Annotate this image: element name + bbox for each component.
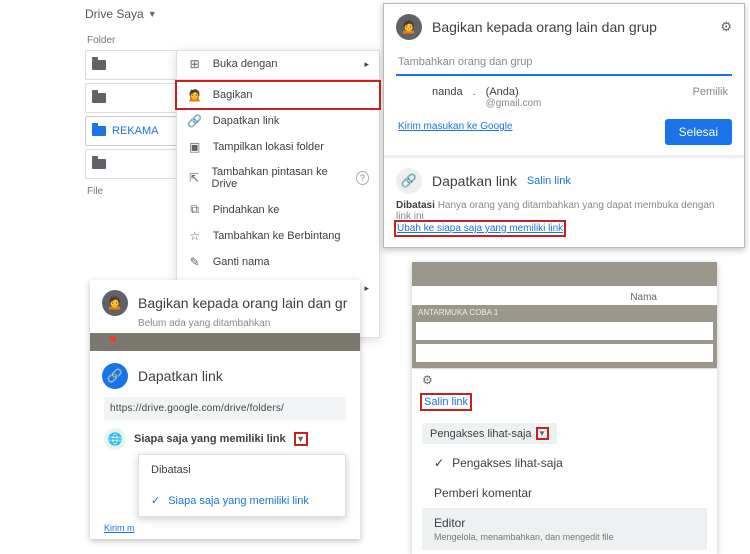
folder-item[interactable]: [85, 149, 177, 179]
background-strip: [412, 262, 717, 286]
menu-open-with[interactable]: ⊞ Buka dengan ▸: [177, 51, 379, 77]
gear-icon[interactable]: ⚙: [720, 19, 732, 35]
person-add-icon: 🙍: [396, 14, 422, 40]
folder-icon: [92, 126, 106, 136]
chevron-right-icon: ▸: [364, 283, 369, 294]
restricted-line: Dibatasi Hanya orang yang ditambahkan ya…: [396, 200, 732, 222]
dropdown-item-viewer[interactable]: Pengakses lihat-saja: [422, 448, 707, 478]
drive-title: Drive Saya: [85, 7, 144, 21]
menu-label: Buka dengan: [213, 58, 278, 70]
get-link-section: 🔗 Dapatkan link Salin link Dibatasi Hany…: [384, 155, 744, 247]
link-icon: 🔗: [396, 168, 422, 194]
share-empty-text: Belum ada yang ditambahkan: [90, 318, 360, 333]
folder-label: REKAMA: [112, 125, 158, 137]
dropdown-label: Editor: [434, 516, 465, 530]
menu-get-link[interactable]: 🔗 Dapatkan link: [177, 108, 379, 134]
menu-rename[interactable]: ✎ Ganti nama: [177, 249, 379, 275]
folder-icon: [92, 60, 106, 70]
star-icon: ☆: [187, 229, 203, 243]
globe-icon: 🌐: [104, 428, 126, 450]
user-role: Pemilik: [693, 86, 728, 109]
access-selector[interactable]: 🌐 Siapa saja yang memiliki link ▼: [104, 428, 346, 450]
copy-link-button[interactable]: Salin link: [422, 395, 470, 409]
menu-add-star[interactable]: ☆ Tambahkan ke Berbintang: [177, 223, 379, 249]
add-people-input[interactable]: Tambahkan orang dan grup: [396, 50, 732, 76]
menu-label: Pindahkan ke: [213, 204, 280, 216]
chevron-down-icon[interactable]: ▼: [536, 427, 549, 440]
dropdown-item-commenter[interactable]: Pemberi komentar: [422, 478, 707, 508]
person-add-icon: 🙍: [187, 88, 203, 102]
menu-label: Ganti nama: [213, 256, 270, 268]
menu-label: Tampilkan lokasi folder: [213, 141, 324, 153]
access-level-label: Siapa saja yang memiliki link: [134, 433, 286, 445]
dropdown-label: Pengakses lihat-saja: [452, 456, 563, 470]
get-link-title: Dapatkan link: [138, 368, 223, 384]
link-icon: 🔗: [102, 363, 128, 389]
separator: [177, 79, 379, 80]
menu-label: Dapatkan link: [213, 115, 280, 127]
dropdown-item-editor[interactable]: Editor Mengelola, menambahkan, dan menge…: [422, 508, 707, 550]
user-name: nanda: [432, 86, 463, 109]
open-icon: ⊞: [187, 57, 203, 71]
help-icon[interactable]: ?: [356, 171, 369, 185]
access-dropdown: Dibatasi Siapa saja yang memiliki link: [138, 454, 346, 517]
folder-item[interactable]: [85, 50, 177, 80]
role-dropdown: Pengakses lihat-saja Pemberi komentar Ed…: [422, 448, 707, 550]
chevron-right-icon: ▸: [364, 59, 369, 70]
menu-add-shortcut[interactable]: ⇱ Tambahkan pintasan ke Drive?: [177, 160, 379, 196]
feedback-link[interactable]: Kirim m: [90, 517, 360, 539]
dropdown-item-restricted[interactable]: Dibatasi: [139, 455, 345, 485]
role-selector[interactable]: Pengakses lihat-saja ▼: [422, 423, 557, 444]
chevron-down-icon: ▼: [148, 9, 157, 19]
menu-share[interactable]: 🙍 Bagikan: [177, 82, 379, 108]
get-link-title: Dapatkan link: [432, 173, 517, 189]
role-dropdown-panel: Nama ANTARMUKA COBA 1 ⚙ Salin link Penga…: [412, 262, 717, 554]
shortcut-icon: ⇱: [187, 171, 202, 185]
user-you: (Anda): [486, 86, 542, 98]
folder-item[interactable]: [85, 83, 177, 113]
user-row: nanda . (Anda) @gmail.com Pemilik: [384, 78, 744, 119]
move-icon: ⧉: [187, 202, 203, 217]
menu-label: Tambahkan ke Berbintang: [213, 230, 341, 242]
menu-label: Tambahkan pintasan ke Drive: [212, 166, 346, 190]
role-label: Pengakses lihat-saja: [430, 428, 532, 440]
name-header: Nama: [412, 286, 717, 305]
feedback-link[interactable]: Kirim masukan ke Google: [384, 119, 527, 142]
person-add-icon: 🙍: [102, 290, 128, 316]
list-item: [416, 344, 713, 362]
menu-show-location[interactable]: ▣ Tampilkan lokasi folder: [177, 134, 379, 160]
rename-icon: ✎: [187, 255, 203, 269]
background-strip: [90, 333, 360, 351]
menu-label: Bagikan: [213, 89, 253, 101]
user-email: @gmail.com: [486, 98, 542, 109]
folder-icon: [92, 93, 106, 103]
menu-move-to[interactable]: ⧉ Pindahkan ke: [177, 196, 379, 223]
folder-icon: [92, 159, 106, 169]
change-to-anyone-link[interactable]: Ubah ke siapa saja yang memiliki link: [396, 222, 564, 235]
share-dialog-bottom-left: 🙍 Bagikan kepada orang lain dan gr Belum…: [90, 280, 360, 539]
folder-item-active[interactable]: REKAMA: [85, 116, 177, 146]
share-title: Bagikan kepada orang lain dan grup: [432, 19, 657, 35]
dropdown-sublabel: Mengelola, menambahkan, dan mengedit fil…: [434, 532, 695, 542]
file-section-label: File: [85, 182, 177, 201]
link-url-field[interactable]: https://drive.google.com/drive/folders/: [104, 397, 346, 420]
link-icon: 🔗: [187, 114, 203, 128]
background-items: ANTARMUKA COBA 1: [412, 305, 717, 368]
share-dialog: 🙍 Bagikan kepada orang lain dan grup ⚙ T…: [383, 3, 745, 248]
drive-breadcrumb[interactable]: Drive Saya ▼: [85, 3, 380, 31]
share-header: 🙍 Bagikan kepada orang lain dan grup ⚙: [384, 4, 744, 46]
folder-section-label: Folder: [85, 31, 380, 50]
list-item: [416, 322, 713, 340]
share-title: Bagikan kepada orang lain dan gr: [138, 295, 347, 311]
gear-icon[interactable]: ⚙: [412, 368, 717, 389]
dropdown-item-anyone[interactable]: Siapa saja yang memiliki link: [139, 485, 345, 516]
chevron-down-icon[interactable]: ▼: [294, 432, 308, 446]
dropdown-label: Siapa saja yang memiliki link: [168, 495, 309, 507]
done-button[interactable]: Selesai: [665, 119, 732, 145]
folder-open-icon: ▣: [187, 140, 203, 154]
copy-link-button[interactable]: Salin link: [527, 175, 571, 187]
item-label: ANTARMUKA COBA 1: [414, 307, 715, 318]
